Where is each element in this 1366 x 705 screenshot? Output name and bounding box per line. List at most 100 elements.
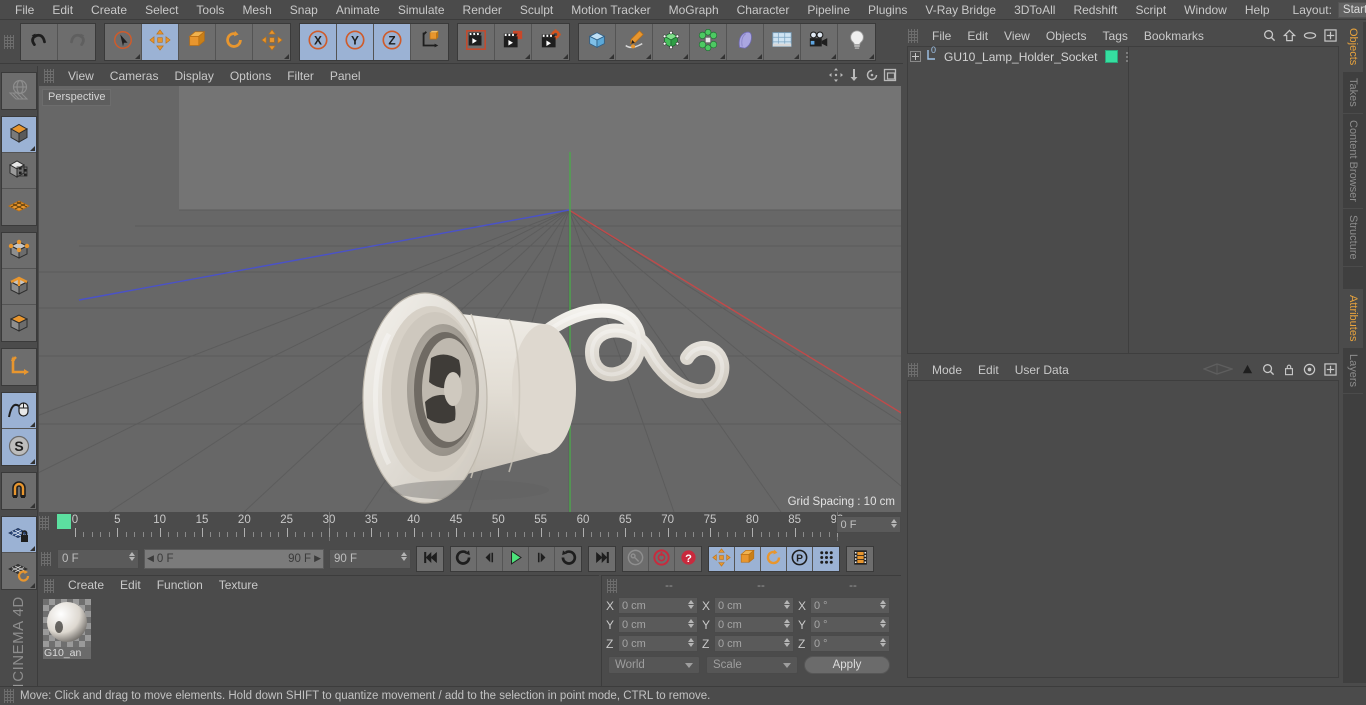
- object-manager-gripper[interactable]: [908, 29, 918, 43]
- step-forward-button[interactable]: [529, 546, 555, 571]
- timeline-toggle-button[interactable]: [847, 546, 873, 571]
- home-icon[interactable]: [1282, 29, 1297, 45]
- soft-selection-button[interactable]: S: [1, 429, 36, 465]
- position-key-button[interactable]: [709, 546, 735, 571]
- material-menu-function[interactable]: Function: [149, 576, 211, 595]
- texture-mode-button[interactable]: [1, 153, 36, 189]
- toolbar-gripper[interactable]: [4, 34, 14, 49]
- menu-sculpt[interactable]: Sculpt: [511, 0, 562, 20]
- material-list[interactable]: G10_an: [39, 595, 599, 686]
- rotate-button[interactable]: [216, 23, 253, 60]
- menu-character[interactable]: Character: [728, 0, 799, 20]
- undo-view-button[interactable]: [1, 73, 36, 109]
- rotate-icon[interactable]: [865, 68, 879, 85]
- attribute-menu-user-data[interactable]: User Data: [1007, 360, 1077, 380]
- scale-button[interactable]: [179, 23, 216, 60]
- spinner-icon[interactable]: [880, 619, 886, 628]
- rotation-z-field[interactable]: 0 °: [810, 635, 890, 652]
- pan-icon[interactable]: [829, 68, 843, 85]
- attribute-content[interactable]: [907, 380, 1339, 678]
- polygons-mode-button[interactable]: [1, 305, 36, 341]
- spinner-icon[interactable]: [880, 600, 886, 609]
- keyframe-selection-button[interactable]: ?: [675, 546, 701, 571]
- menu-edit[interactable]: Edit: [43, 0, 82, 20]
- attribute-manager-gripper[interactable]: [908, 363, 918, 377]
- current-frame-field[interactable]: 0 F: [57, 548, 139, 569]
- viewport-menu-cameras[interactable]: Cameras: [102, 66, 167, 86]
- object-menu-file[interactable]: File: [924, 26, 959, 46]
- expand-icon[interactable]: [910, 51, 921, 62]
- parameter-key-button[interactable]: P: [787, 546, 813, 571]
- menu-create[interactable]: Create: [82, 0, 136, 20]
- enable-axis-modification-button[interactable]: [1, 393, 36, 429]
- add-nurbs-button[interactable]: [653, 23, 690, 60]
- snap-settings-button[interactable]: [1, 473, 36, 509]
- model-mode-button[interactable]: [1, 117, 36, 153]
- step-back-button[interactable]: [477, 546, 503, 571]
- object-name[interactable]: GU10_Lamp_Holder_Socket: [944, 50, 1097, 64]
- scale-key-button[interactable]: [735, 546, 761, 571]
- timeline-ruler[interactable]: 051015202530354045505560657075808590: [57, 512, 843, 541]
- spinner-icon[interactable]: [688, 600, 694, 609]
- object-menu-bookmarks[interactable]: Bookmarks: [1136, 26, 1212, 46]
- lock-y-axis-button[interactable]: Y: [337, 23, 374, 60]
- go-to-end-button[interactable]: [589, 546, 615, 571]
- lock-z-axis-button[interactable]: Z: [374, 23, 411, 60]
- viewport-menu-options[interactable]: Options: [222, 66, 279, 86]
- menu-script[interactable]: Script: [1126, 0, 1175, 20]
- apply-button[interactable]: Apply: [804, 656, 890, 674]
- size-y-field[interactable]: 0 cm: [714, 616, 794, 633]
- plus-box-icon[interactable]: [1324, 362, 1337, 379]
- attribute-menu-edit[interactable]: Edit: [970, 360, 1007, 380]
- add-environment-button[interactable]: [764, 23, 801, 60]
- search-icon[interactable]: [1263, 29, 1276, 45]
- spinner-icon[interactable]: [401, 551, 407, 561]
- dolly-icon[interactable]: [847, 68, 861, 85]
- rotation-x-field[interactable]: 0 °: [810, 597, 890, 614]
- menu-animate[interactable]: Animate: [327, 0, 389, 20]
- viewport-menu-panel[interactable]: Panel: [322, 66, 369, 86]
- menu-redshift[interactable]: Redshift: [1064, 0, 1126, 20]
- object-menu-objects[interactable]: Objects: [1038, 26, 1095, 46]
- position-x-field[interactable]: 0 cm: [618, 597, 698, 614]
- coordinates-gripper[interactable]: [607, 578, 617, 593]
- search-icon[interactable]: [1262, 363, 1275, 379]
- lock-workplane-button[interactable]: [1, 517, 36, 553]
- menu-plugins[interactable]: Plugins: [859, 0, 916, 20]
- render-view-button[interactable]: [458, 23, 495, 60]
- timeline-gripper[interactable]: [39, 516, 49, 530]
- object-tree[interactable]: 0 GU10_Lamp_Holder_Socket: [907, 45, 1339, 354]
- range-left-arrow-icon[interactable]: ◀: [147, 553, 154, 564]
- material-thumbnail[interactable]: [43, 599, 91, 647]
- vertical-tab-takes[interactable]: Takes: [1343, 72, 1363, 115]
- range-right-arrow-icon[interactable]: ▶: [314, 553, 321, 564]
- move-button[interactable]: [142, 23, 179, 60]
- viewport-menu-filter[interactable]: Filter: [279, 66, 322, 86]
- attribute-menu-mode[interactable]: Mode: [924, 360, 970, 380]
- timeline-playhead[interactable]: [57, 514, 71, 529]
- coordinate-mode-dropdown[interactable]: Scale: [706, 656, 798, 674]
- rotation-key-button[interactable]: [761, 546, 787, 571]
- target-icon[interactable]: [1303, 363, 1316, 379]
- menu-file[interactable]: File: [6, 0, 43, 20]
- material-gripper[interactable]: [44, 578, 54, 593]
- add-camera-button[interactable]: [801, 23, 838, 60]
- next-keyframe-button[interactable]: [555, 546, 581, 571]
- viewport-3d-canvas[interactable]: Y X Z Perspective Grid Spacing : 10 cm: [39, 86, 901, 512]
- vertical-tab-layers[interactable]: Layers: [1343, 348, 1363, 395]
- object-row[interactable]: 0 GU10_Lamp_Holder_Socket: [908, 45, 1338, 66]
- undo-button[interactable]: [21, 23, 58, 60]
- spinner-icon[interactable]: [880, 638, 886, 647]
- workplane-rotate-button[interactable]: [1, 553, 36, 589]
- deformed-mode-button[interactable]: [1, 189, 36, 225]
- menu-mesh[interactable]: Mesh: [233, 0, 280, 20]
- add-deformer-button[interactable]: [727, 23, 764, 60]
- spinner-icon[interactable]: [129, 551, 135, 561]
- menu-mograph[interactable]: MoGraph: [660, 0, 728, 20]
- redo-button[interactable]: [58, 23, 95, 60]
- move-secondary-button[interactable]: [253, 23, 290, 60]
- coordinate-space-dropdown[interactable]: World: [608, 656, 700, 674]
- menu-render[interactable]: Render: [454, 0, 511, 20]
- menu-help[interactable]: Help: [1236, 0, 1279, 20]
- vertical-tab-objects[interactable]: Objects: [1343, 22, 1363, 73]
